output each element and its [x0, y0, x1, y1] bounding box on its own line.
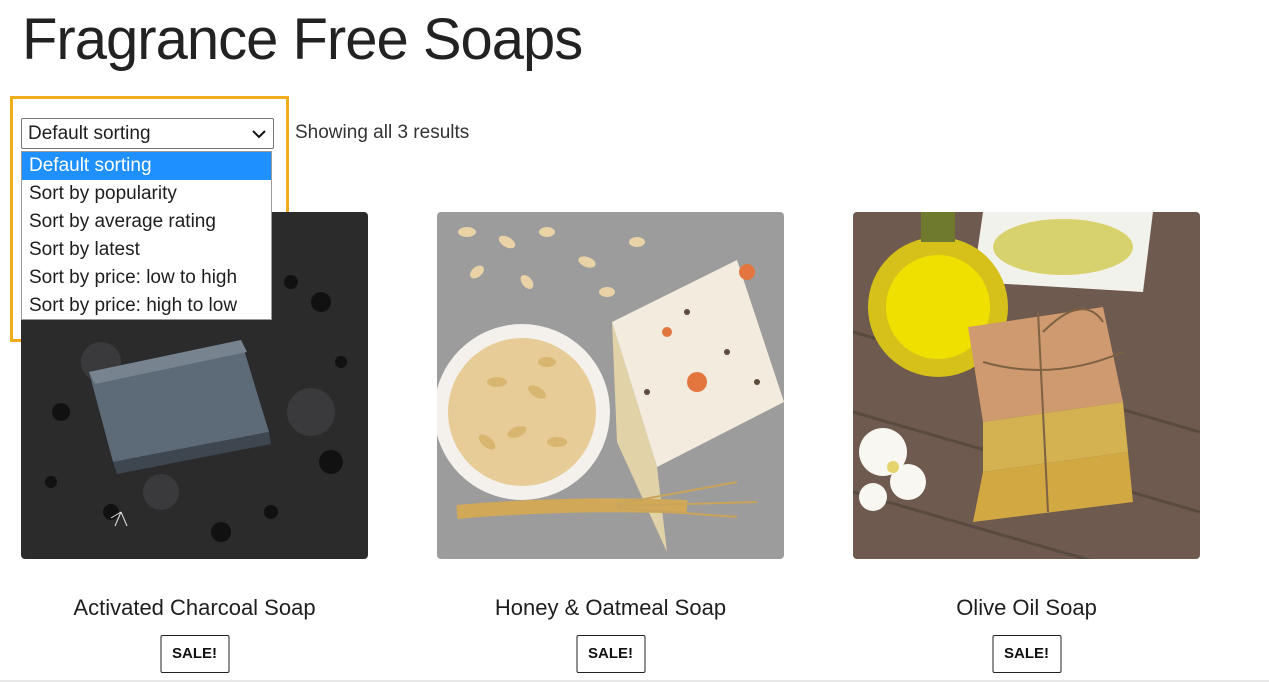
result-count: Showing all 3 results: [295, 122, 470, 143]
product-name[interactable]: Honey & Oatmeal Soap: [437, 595, 784, 621]
sort-dropdown-list: Default sorting Sort by popularity Sort …: [21, 151, 272, 320]
product-name[interactable]: Activated Charcoal Soap: [21, 595, 368, 621]
sale-badge: SALE!: [992, 635, 1061, 673]
chevron-down-icon: [252, 130, 266, 139]
shop-page: Fragrance Free Soaps Default sorting Sho…: [0, 0, 1269, 682]
sale-badge: SALE!: [576, 635, 645, 673]
sort-option-popularity[interactable]: Sort by popularity: [22, 180, 271, 208]
product-image[interactable]: [437, 212, 784, 559]
sort-option-rating[interactable]: Sort by average rating: [22, 208, 271, 236]
product-image[interactable]: [853, 212, 1200, 559]
product-card: Honey & Oatmeal Soap SALE!: [437, 212, 784, 673]
sort-select-value: Default sorting: [28, 122, 151, 144]
product-card: Olive Oil Soap SALE!: [853, 212, 1200, 673]
sort-option-default[interactable]: Default sorting: [22, 152, 271, 180]
sort-option-latest[interactable]: Sort by latest: [22, 236, 271, 264]
sort-option-price-asc[interactable]: Sort by price: low to high: [22, 264, 271, 292]
sort-option-price-desc[interactable]: Sort by price: high to low: [22, 292, 271, 320]
sort-select[interactable]: Default sorting: [21, 118, 274, 149]
page-title: Fragrance Free Soaps: [22, 7, 583, 72]
sale-badge: SALE!: [160, 635, 229, 673]
product-name[interactable]: Olive Oil Soap: [853, 595, 1200, 621]
